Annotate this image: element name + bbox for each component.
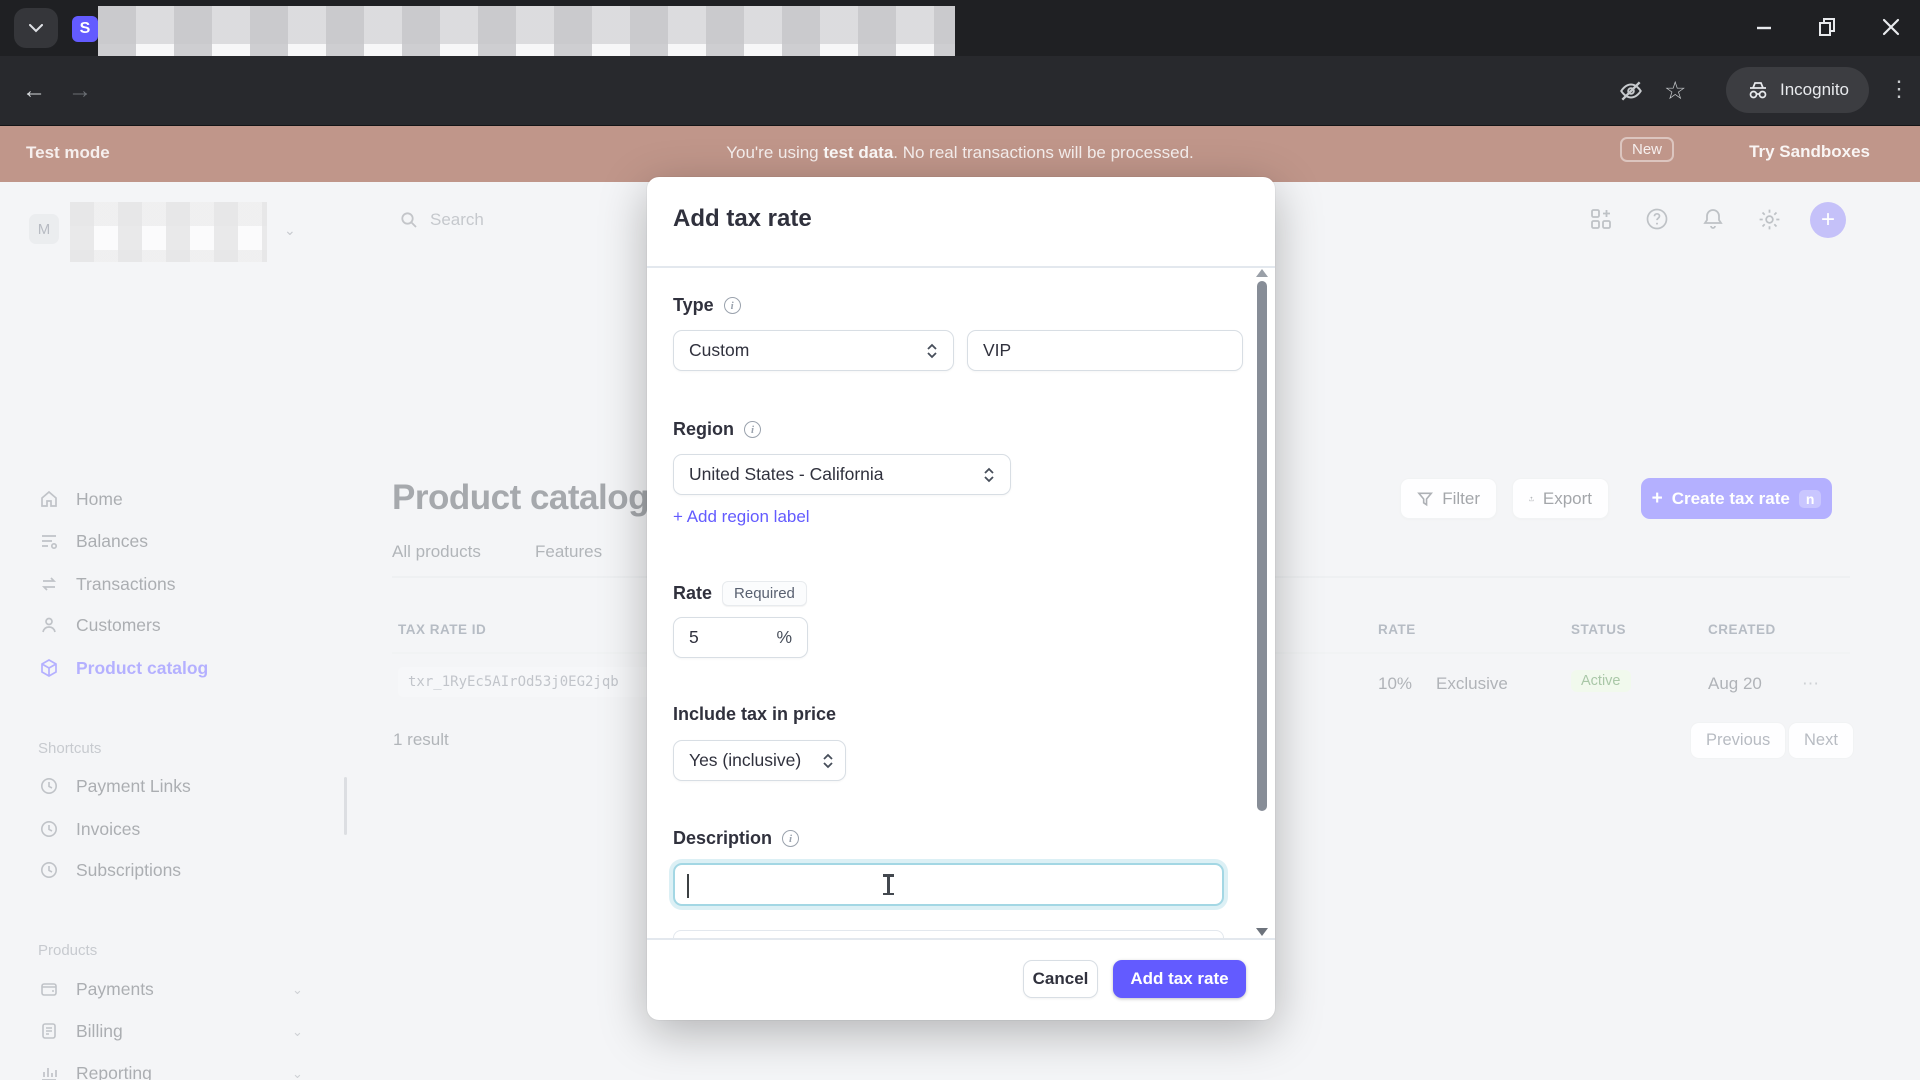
select-chevrons-icon: [983, 467, 995, 483]
description-label: Description: [673, 828, 772, 849]
browser-toolbar: ← → ☆ Incognito ⋮: [0, 56, 1920, 126]
test-mode-banner: Test mode You're using test data. No rea…: [0, 126, 1920, 182]
region-label: Region: [673, 419, 734, 440]
eye-off-icon[interactable]: [1618, 78, 1644, 104]
type-label: Type: [673, 295, 714, 316]
scroll-up-arrow[interactable]: [1256, 269, 1268, 277]
tax-name-input[interactable]: VIP: [967, 330, 1243, 371]
browser-titlebar: S: [0, 0, 1920, 56]
required-badge: Required: [722, 581, 807, 606]
rate-label: Rate: [673, 583, 712, 604]
rate-label-row: Rate Required: [673, 581, 807, 606]
cancel-button[interactable]: Cancel: [1023, 960, 1098, 998]
restore-button[interactable]: [1816, 14, 1838, 40]
modal-scrollbar[interactable]: [1253, 269, 1271, 936]
close-button[interactable]: [1880, 14, 1902, 40]
next-field-partial: [673, 930, 1224, 938]
incognito-icon: [1746, 80, 1770, 100]
region-label-row: Region i: [673, 419, 761, 440]
add-tax-rate-submit-button[interactable]: Add tax rate: [1113, 960, 1246, 998]
modal-footer-divider: [647, 938, 1275, 940]
select-chevrons-icon: [926, 343, 938, 359]
forward-button[interactable]: →: [68, 56, 92, 126]
back-button[interactable]: ←: [22, 56, 46, 126]
select-chevrons-icon: [822, 753, 834, 769]
banner-message-bold: test data: [823, 143, 893, 162]
new-badge-wrap: New: [1620, 139, 1674, 159]
stripe-favicon: S: [72, 16, 98, 42]
percent-suffix: %: [776, 627, 792, 648]
modal-title: Add tax rate: [673, 205, 812, 233]
tab-search-button[interactable]: [14, 8, 58, 48]
type-label-row: Type i: [673, 295, 741, 316]
include-tax-value: Yes (inclusive): [689, 750, 801, 771]
add-tax-rate-modal: Add tax rate Type i Custom VIP Region i …: [647, 177, 1275, 1020]
banner-message-prefix: You're using: [726, 143, 823, 162]
include-tax-select[interactable]: Yes (inclusive): [673, 740, 846, 781]
modal-header-divider: [647, 266, 1275, 268]
bookmark-star-icon[interactable]: ☆: [1664, 76, 1686, 106]
type-select[interactable]: Custom: [673, 330, 954, 371]
description-input[interactable]: [673, 863, 1224, 906]
region-select[interactable]: United States - California: [673, 454, 1011, 495]
add-region-label-link[interactable]: + Add region label: [673, 507, 810, 527]
banner-message-suffix: . No real transactions will be processed…: [893, 143, 1193, 162]
text-caret: [687, 874, 689, 898]
rate-input[interactable]: 5 %: [673, 617, 808, 658]
new-badge: New: [1620, 137, 1674, 162]
ibeam-cursor: [887, 874, 890, 895]
type-select-value: Custom: [689, 340, 749, 361]
rate-value: 5: [689, 627, 699, 648]
include-tax-label: Include tax in price: [673, 704, 836, 725]
minimize-button[interactable]: [1754, 14, 1774, 40]
window-controls: [1754, 14, 1902, 40]
description-label-row: Description i: [673, 828, 799, 849]
include-tax-label-row: Include tax in price: [673, 704, 836, 725]
info-icon[interactable]: i: [724, 297, 741, 314]
browser-menu-icon[interactable]: ⋮: [1888, 76, 1910, 102]
tax-name-value: VIP: [983, 340, 1011, 361]
screen: S ← → ☆ Incognito ⋮ Test mode You're usi…: [0, 0, 1920, 1080]
region-select-value: United States - California: [689, 464, 884, 485]
chevron-down-icon: [29, 24, 43, 33]
scrollbar-thumb[interactable]: [1257, 281, 1267, 811]
incognito-label: Incognito: [1780, 80, 1849, 100]
incognito-badge: Incognito: [1726, 67, 1869, 113]
info-icon[interactable]: i: [744, 421, 761, 438]
modal-footer: Cancel Add tax rate: [647, 938, 1275, 1020]
info-icon[interactable]: i: [782, 830, 799, 847]
scroll-down-arrow[interactable]: [1256, 928, 1268, 936]
try-sandboxes-link[interactable]: Try Sandboxes: [1749, 142, 1870, 162]
